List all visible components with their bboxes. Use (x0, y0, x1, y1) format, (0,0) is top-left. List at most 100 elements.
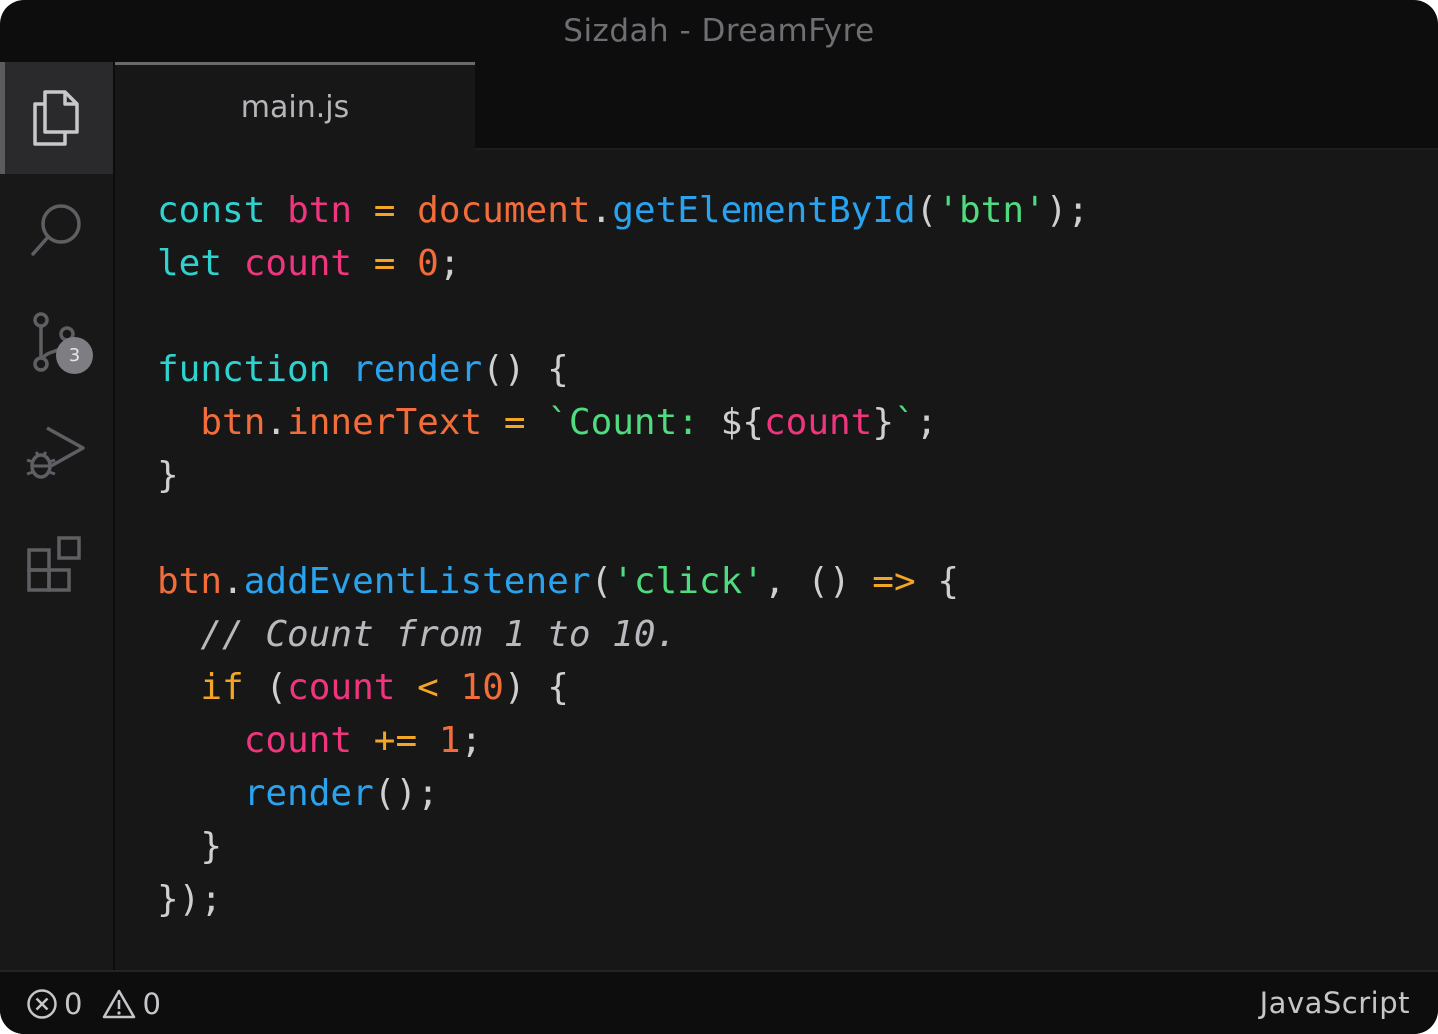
code-token: 'btn' (937, 190, 1046, 231)
tab-label: main.js (240, 90, 350, 125)
code-token: document (417, 190, 591, 231)
code-line[interactable]: const btn = document.getElementById('btn… (157, 184, 1089, 237)
code-token: btn (157, 561, 223, 602)
code-token: render (243, 773, 374, 814)
code-token: < (417, 667, 439, 708)
code-token: { (915, 561, 959, 602)
code-line[interactable]: btn.addEventListener('click', () => { (157, 555, 1089, 608)
extensions-icon (26, 536, 81, 592)
code-token: 'click' (612, 561, 764, 602)
code-token: addEventListener (243, 561, 591, 602)
code-token: = (503, 402, 526, 443)
files-icon (32, 90, 79, 146)
code-line[interactable]: } (157, 449, 1089, 502)
code-token: }); (157, 879, 223, 920)
code-token: function (157, 349, 331, 390)
code-token: ; (460, 720, 483, 761)
code-token: ( (590, 561, 613, 602)
title-bar: Sizdah - DreamFyre (0, 0, 1438, 62)
code-token: ) { (503, 667, 569, 708)
code-token: render (352, 349, 483, 390)
code-line[interactable]: if (count < 10) { (157, 661, 1089, 714)
code-token: , () (763, 561, 873, 602)
error-icon (27, 989, 57, 1019)
run-debug-icon (26, 426, 85, 479)
source-control-badge: 3 (56, 337, 93, 374)
code-token: . (590, 190, 613, 231)
warning-icon (103, 989, 136, 1019)
code-token: += (373, 720, 418, 761)
status-bar: 0 0 JavaScript (0, 970, 1438, 1034)
code-token: const (157, 190, 266, 231)
code-editor[interactable]: const btn = document.getElementById('btn… (115, 150, 1438, 970)
code-token: btn (287, 190, 353, 231)
code-token: count (287, 667, 396, 708)
code-line[interactable]: count += 1; (157, 714, 1089, 767)
activity-run-debug[interactable] (0, 398, 113, 510)
code-line[interactable] (157, 290, 1089, 343)
code-token: if (200, 667, 244, 708)
code-token: count (763, 402, 873, 443)
tab-main-js[interactable]: main.js (115, 62, 475, 150)
code-line[interactable]: } (157, 820, 1089, 873)
badge-count: 3 (68, 345, 81, 366)
code-token: } (157, 455, 179, 496)
code-token: ( (243, 667, 288, 708)
code-token: } (872, 402, 895, 443)
code-token: ; (915, 402, 938, 443)
code-line[interactable]: btn.innerText = `Count: ${count}`; (157, 396, 1089, 449)
code-token: . (222, 561, 244, 602)
code-line[interactable]: render(); (157, 767, 1089, 820)
code-line[interactable]: }); (157, 873, 1089, 926)
activity-explorer[interactable] (0, 62, 113, 174)
code-token: = (373, 190, 396, 231)
code-token: innerText (287, 402, 483, 443)
code-token: let (157, 243, 223, 284)
problems-indicator[interactable]: 0 0 (26, 972, 175, 1034)
editor-window: Sizdah - DreamFyre 3 main.js const btn =… (0, 0, 1438, 1034)
code-line[interactable]: let count = 0; (157, 237, 1089, 290)
code-token: getElementById (612, 190, 916, 231)
code-line[interactable]: // Count from 1 to 10. (157, 608, 1089, 661)
code-token: ` (894, 402, 916, 443)
code-token: 0 (417, 243, 439, 284)
activity-extensions[interactable] (0, 510, 113, 622)
code-token: ); (1045, 190, 1090, 231)
code-token: 1 (438, 720, 461, 761)
code-token: ; (438, 243, 461, 284)
activity-bar: 3 (0, 62, 113, 970)
code-token: => (872, 561, 916, 602)
language-mode[interactable]: JavaScript (1260, 972, 1410, 1034)
activity-source-control[interactable] (0, 286, 113, 398)
search-icon (30, 204, 81, 256)
code-line[interactable] (157, 502, 1089, 555)
activity-search[interactable] (0, 174, 113, 286)
code-token: 10 (460, 667, 504, 708)
code-token: = (373, 243, 396, 284)
code-line[interactable]: function render() { (157, 343, 1089, 396)
code-token: ${ (720, 402, 764, 443)
code-token: `Count: (547, 402, 721, 443)
window-title: Sizdah - DreamFyre (563, 13, 875, 49)
code-lines[interactable]: const btn = document.getElementById('btn… (157, 184, 1089, 926)
code-token: count (243, 243, 353, 284)
code-token: (); (373, 773, 439, 814)
tab-bar: main.js (115, 62, 1438, 150)
code-token: ( (915, 190, 938, 231)
